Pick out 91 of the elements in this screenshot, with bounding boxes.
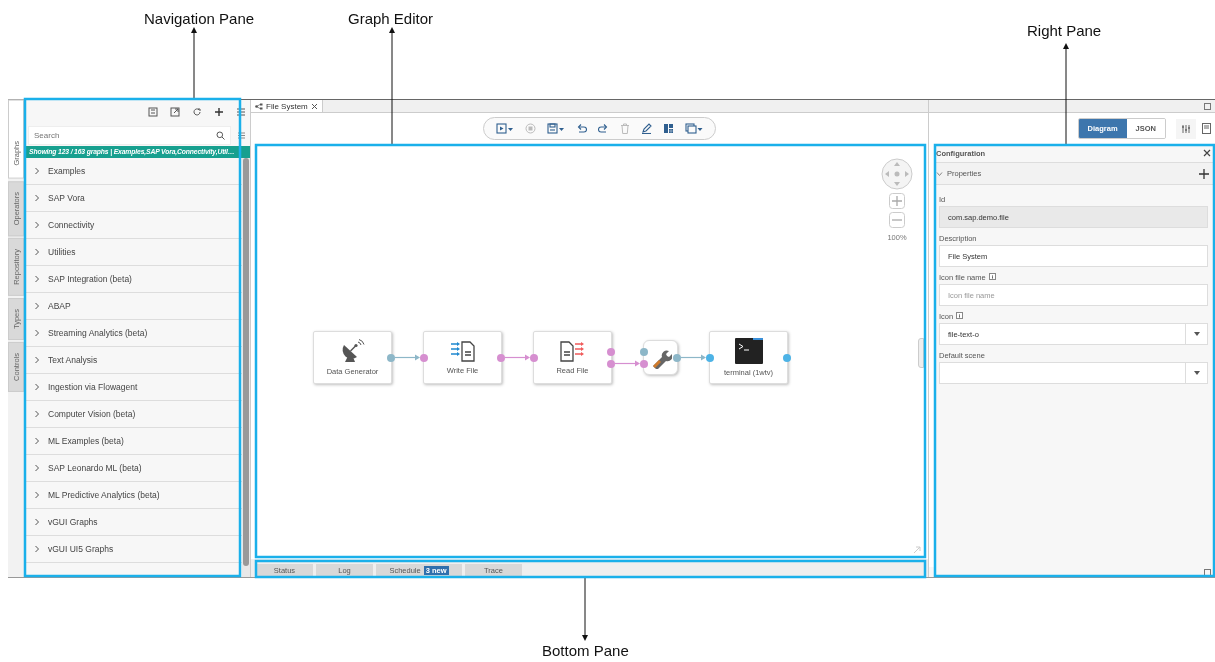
callout-label: Navigation Pane	[144, 10, 255, 27]
read-file-icon	[559, 340, 586, 362]
run-icon[interactable]	[496, 123, 514, 134]
chevron-icon[interactable]	[34, 491, 40, 499]
output-port[interactable]	[497, 353, 505, 362]
maximize-icon[interactable]	[1204, 102, 1211, 110]
document-tab[interactable]: File System	[251, 100, 323, 112]
caret-icon[interactable]	[1193, 371, 1200, 375]
tree-item-label: Streaming Analytics (beta)	[48, 328, 148, 338]
chevron-icon[interactable]	[34, 437, 40, 445]
input-port[interactable]	[706, 353, 714, 362]
collapse-icon[interactable]	[148, 107, 158, 117]
output-port[interactable]	[607, 347, 615, 356]
chevron-icon[interactable]	[34, 383, 40, 391]
graph-icon	[255, 102, 263, 110]
chevron-icon[interactable]	[34, 464, 40, 472]
redo-icon[interactable]	[598, 123, 609, 134]
document-icon[interactable]	[1202, 123, 1211, 134]
save-icon[interactable]	[547, 123, 565, 134]
chevron-icon[interactable]	[34, 356, 40, 364]
info-icon[interactable]	[956, 312, 964, 319]
chevron-icon[interactable]	[34, 194, 40, 202]
chevron-icon[interactable]	[34, 302, 40, 310]
tree-item-label: Computer Vision (beta)	[48, 409, 136, 419]
caret-icon[interactable]	[1193, 332, 1200, 336]
callout-label: Right Pane	[1027, 22, 1102, 39]
close-icon[interactable]	[310, 102, 318, 110]
tree-item-label: Utilities	[48, 247, 76, 257]
tree-item-label: vGUI Graphs	[48, 517, 98, 527]
menu-icon[interactable]	[236, 107, 246, 117]
tab-label: File System	[266, 101, 308, 111]
pan-control-icon[interactable]	[881, 158, 913, 190]
sliders-icon[interactable]	[1181, 123, 1191, 134]
chevron-icon[interactable]	[34, 275, 40, 283]
connector[interactable]	[614, 360, 640, 367]
tree-item-label: SAP Leonardo ML (beta)	[48, 463, 142, 473]
splitter-handle[interactable]	[918, 338, 924, 368]
output-port[interactable]	[673, 353, 681, 362]
output-port[interactable]	[387, 353, 395, 362]
tree-item-label: SAP Vora	[48, 193, 85, 203]
tree-item-label: SAP Integration (beta)	[48, 274, 132, 284]
chevron-icon[interactable]	[936, 170, 943, 177]
chevron-icon[interactable]	[34, 545, 40, 553]
connector[interactable]	[394, 354, 420, 361]
zoom-in-icon[interactable]	[889, 193, 905, 209]
resize-icon[interactable]	[913, 546, 921, 554]
tree-item-label: vGUI UI5 Graphs	[48, 544, 114, 554]
connector[interactable]	[504, 354, 530, 361]
search-icon[interactable]	[216, 130, 225, 140]
tree-item-label: Ingestion via Flowagent	[48, 382, 138, 392]
output-port[interactable]	[783, 353, 791, 362]
export-icon[interactable]	[170, 107, 180, 117]
undo-icon[interactable]	[576, 123, 587, 134]
plus-icon[interactable]	[1199, 168, 1209, 179]
output-port[interactable]	[607, 359, 615, 368]
write-file-icon	[449, 340, 476, 362]
close-icon[interactable]	[1203, 149, 1211, 157]
delete-icon[interactable]	[620, 123, 630, 134]
refresh-icon[interactable]	[192, 107, 202, 117]
chevron-icon[interactable]	[34, 329, 40, 337]
tree-item-label: ML Predictive Analytics (beta)	[48, 490, 160, 500]
operator-node[interactable]	[643, 340, 678, 375]
tree-item-label: Examples	[48, 166, 86, 176]
callout-label: Bottom Pane	[542, 642, 629, 659]
tree-item-label: Connectivity	[48, 220, 95, 230]
input-port[interactable]	[420, 353, 428, 362]
input-port[interactable]	[640, 347, 648, 356]
plus-icon[interactable]	[214, 107, 224, 117]
list-icon[interactable]	[237, 130, 246, 140]
chevron-icon[interactable]	[34, 410, 40, 418]
chevron-icon[interactable]	[34, 221, 40, 229]
layout-icon[interactable]	[663, 123, 674, 134]
dropdown-field[interactable]	[939, 362, 1208, 384]
scrollbar[interactable]	[242, 158, 250, 577]
pen-icon[interactable]	[641, 123, 652, 134]
tree-item-label: ML Examples (beta)	[48, 436, 124, 446]
window-icon[interactable]	[685, 123, 703, 134]
chevron-icon[interactable]	[34, 518, 40, 526]
info-icon[interactable]	[988, 273, 996, 280]
chevron-icon[interactable]	[34, 248, 40, 256]
terminal-icon	[734, 338, 763, 364]
connector[interactable]	[680, 354, 706, 361]
callout-arrow	[582, 577, 588, 641]
tree-item-label: ABAP	[48, 301, 71, 311]
callout-label: Graph Editor	[348, 10, 434, 27]
stop-icon[interactable]	[525, 123, 536, 134]
maximize-icon[interactable]	[1204, 568, 1211, 576]
zoom-out-icon[interactable]	[889, 212, 905, 228]
search-field[interactable]: Search	[28, 125, 231, 145]
chevron-icon[interactable]	[34, 167, 40, 175]
tree-item-label: Text Analysis	[48, 355, 98, 365]
